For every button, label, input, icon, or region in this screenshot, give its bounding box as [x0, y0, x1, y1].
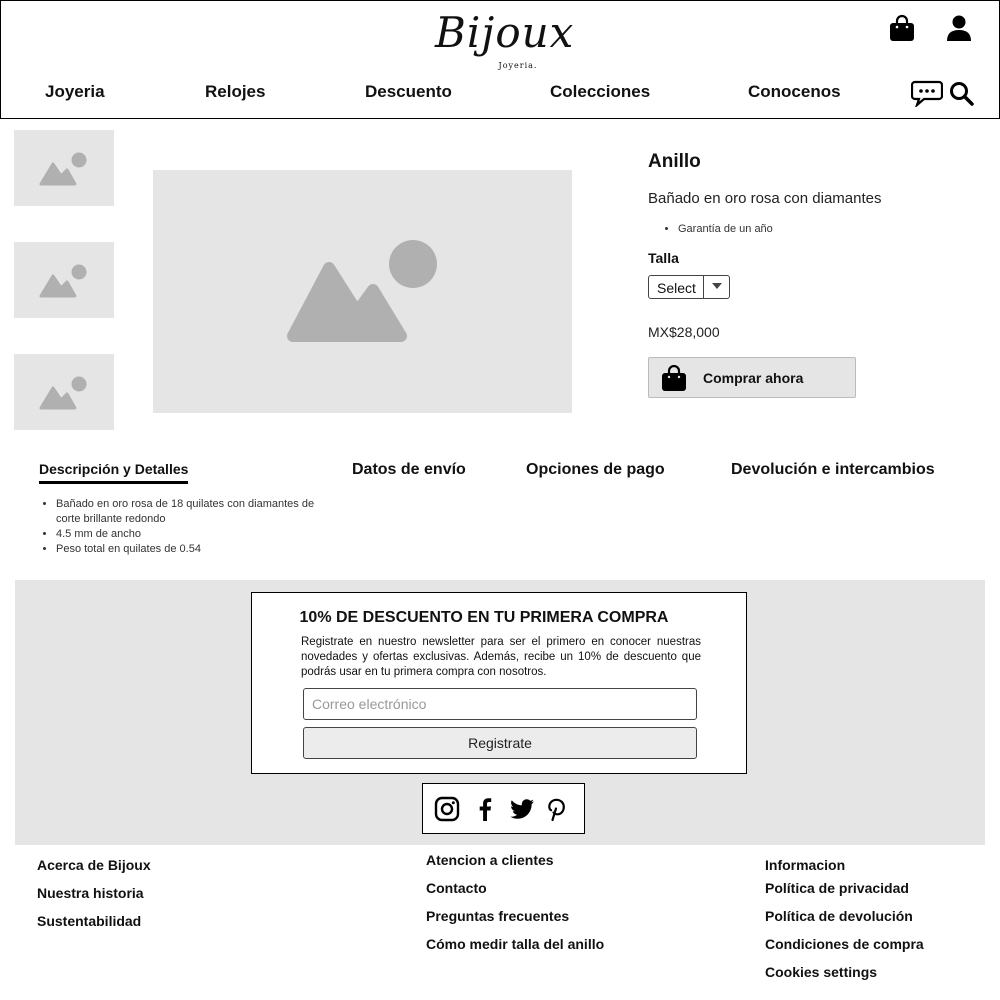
chat-icon[interactable]: [911, 79, 943, 107]
footer-acerca[interactable]: Acerca de Bijoux: [37, 857, 151, 873]
image-placeholder-icon: [287, 240, 437, 342]
size-select-value: Select: [657, 280, 696, 296]
nav-conocenos[interactable]: Conocenos: [748, 82, 841, 102]
instagram-icon[interactable]: [434, 796, 460, 822]
chevron-down-icon[interactable]: [703, 276, 729, 298]
product-main-image: [153, 170, 572, 413]
social-links: [422, 783, 585, 834]
product-bullets: Garantía de un año: [678, 223, 773, 235]
shopping-bag-icon: [662, 365, 686, 391]
size-select[interactable]: Select: [648, 275, 730, 299]
footer-talla[interactable]: Cómo medir talla del anillo: [426, 936, 604, 952]
subscribe-button[interactable]: Registrate: [303, 727, 697, 759]
buy-now-label: Comprar ahora: [703, 370, 804, 386]
tab-descripcion[interactable]: Descripción y Detalles: [39, 461, 189, 484]
shopping-bag-icon[interactable]: [889, 14, 915, 42]
newsletter-box: 10% DE DESCUENTO EN TU PRIMERA COMPRA Re…: [251, 592, 747, 774]
search-icon[interactable]: [949, 81, 974, 106]
twitter-icon[interactable]: [509, 796, 535, 822]
image-placeholder-icon: [39, 376, 87, 410]
brand-logo[interactable]: Bijoux Joyeria.: [435, 7, 575, 70]
list-item: Garantía de un año: [678, 223, 773, 235]
nav-colecciones[interactable]: Colecciones: [550, 82, 650, 102]
newsletter-text: Registrate en nuestro newsletter para se…: [301, 636, 701, 678]
email-field[interactable]: [303, 688, 697, 720]
list-item: Peso total en quilates de 0.54: [56, 542, 336, 557]
image-placeholder-icon: [39, 152, 87, 186]
logo-subtitle: Joyeria.: [498, 61, 538, 70]
footer-sustentabilidad[interactable]: Sustentabilidad: [37, 913, 141, 929]
list-item: 4.5 mm de ancho: [56, 527, 336, 542]
buy-now-button[interactable]: Comprar ahora: [648, 357, 856, 398]
product-price: MX$28,000: [648, 324, 720, 340]
footer-informacion[interactable]: Informacion: [765, 857, 845, 873]
footer-historia[interactable]: Nuestra historia: [37, 885, 144, 901]
footer-atencion[interactable]: Atencion a clientes: [426, 852, 554, 868]
tab-envio[interactable]: Datos de envío: [352, 461, 466, 479]
pinterest-icon[interactable]: [544, 796, 570, 822]
footer-condiciones[interactable]: Condiciones de compra: [765, 936, 924, 952]
tab-pago[interactable]: Opciones de pago: [526, 461, 665, 479]
nav-joyeria[interactable]: Joyeria: [45, 82, 105, 102]
image-placeholder-icon: [39, 264, 87, 298]
user-icon[interactable]: [946, 14, 972, 42]
list-item: Bañado en oro rosa de 18 quilates con di…: [56, 497, 336, 527]
logo-text: Bijoux: [435, 8, 575, 57]
size-label: Talla: [648, 250, 679, 266]
footer-preguntas[interactable]: Preguntas frecuentes: [426, 908, 569, 924]
footer-contacto[interactable]: Contacto: [426, 880, 487, 896]
facebook-icon[interactable]: [472, 796, 498, 822]
thumbnail-3[interactable]: [14, 354, 114, 430]
product-title: Anillo: [648, 151, 701, 172]
site-header: Bijoux Joyeria. Joyeria Relojes Descuent…: [0, 0, 1000, 119]
product-subtitle: Bañado en oro rosa con diamantes: [648, 190, 882, 207]
tab-description-content: Bañado en oro rosa de 18 quilates con di…: [56, 497, 336, 557]
newsletter-title: 10% DE DESCUENTO EN TU PRIMERA COMPRA: [299, 609, 669, 626]
footer-cookies[interactable]: Cookies settings: [765, 964, 877, 980]
nav-descuento[interactable]: Descuento: [365, 82, 452, 102]
footer-privacidad[interactable]: Política de privacidad: [765, 880, 909, 896]
tab-devolucion[interactable]: Devolución e intercambios: [731, 461, 935, 479]
thumbnail-1[interactable]: [14, 130, 114, 206]
nav-relojes[interactable]: Relojes: [205, 82, 265, 102]
footer-devolucion[interactable]: Política de devolución: [765, 908, 913, 924]
thumbnail-2[interactable]: [14, 242, 114, 318]
